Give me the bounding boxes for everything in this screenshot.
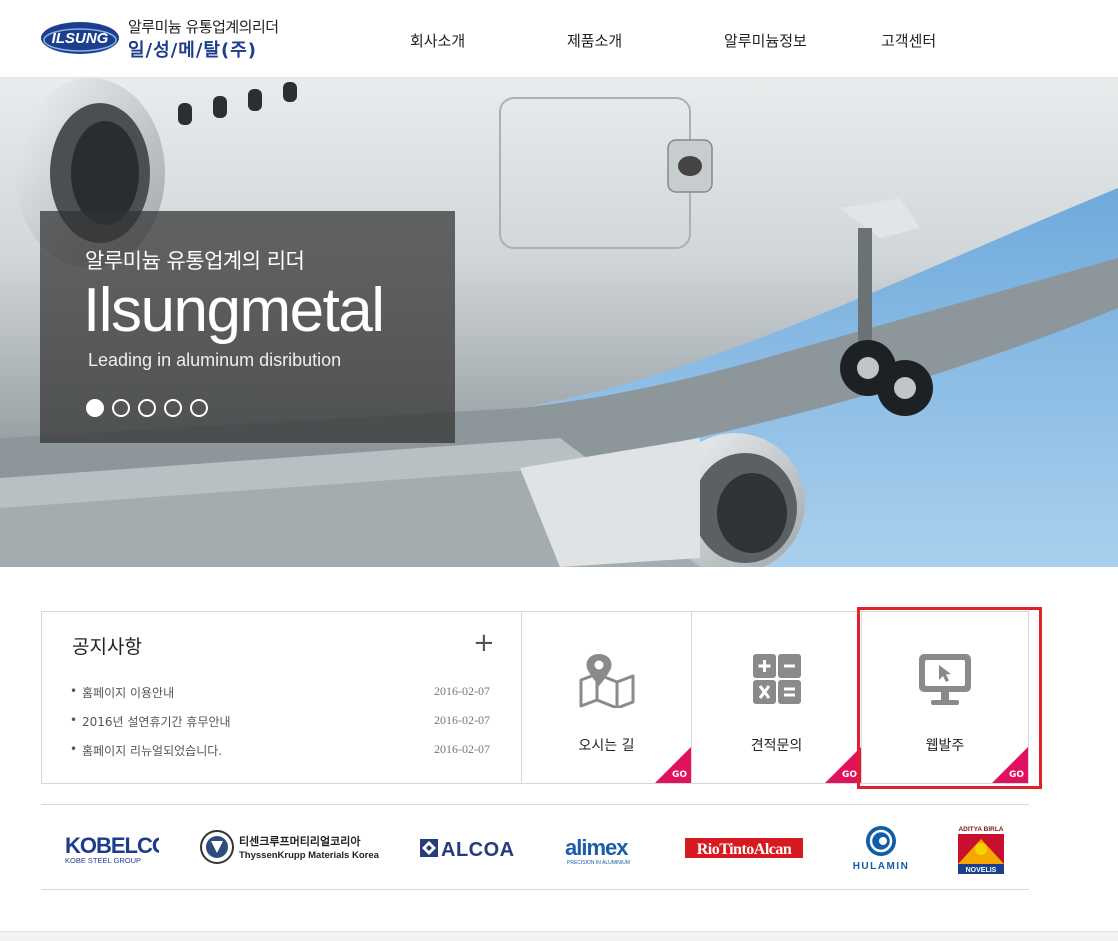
svg-text:ALCOA: ALCOA xyxy=(441,839,515,861)
hero-caption-box: 알루미늄 유통업계의 리더 Ilsungmetal Leading in alu… xyxy=(40,211,455,443)
directions-link[interactable]: 오시는 길 GO xyxy=(522,612,692,783)
notice-item-date: 2016-02-07 xyxy=(434,713,490,727)
go-badge-text: GO xyxy=(671,770,687,780)
svg-text:alimex: alimex xyxy=(565,835,629,860)
svg-text:NOVELIS: NOVELIS xyxy=(966,867,997,874)
slider-dots xyxy=(86,399,208,417)
main-nav: 회사소개 제품소개 알루미늄정보 고객센터 xyxy=(0,30,1118,52)
plus-icon[interactable]: + xyxy=(473,630,495,656)
hero-title: Ilsungmetal xyxy=(83,276,385,345)
svg-text:RioTintoAlcan: RioTintoAlcan xyxy=(697,841,792,858)
partner-alimex[interactable]: alimex PRECISION IN ALUMINIUM xyxy=(561,805,641,891)
partner-novelis[interactable]: ADITYA BIRLA NOVELIS xyxy=(951,805,1011,891)
slider-dot-5[interactable] xyxy=(190,399,208,417)
nav-item-company[interactable]: 회사소개 xyxy=(410,30,465,51)
nav-item-aluminum-info[interactable]: 알루미늄정보 xyxy=(724,30,807,51)
svg-text:ADITYA BIRLA: ADITYA BIRLA xyxy=(958,826,1003,833)
notice-board: 공지사항 + • 홈페이지 이용안내 2016-02-07 • 2016년 설연… xyxy=(42,612,522,783)
slider-dot-3[interactable] xyxy=(138,399,156,417)
partner-thyssenkrupp[interactable]: 티센크루프머티리얼코리아 ThyssenKrupp Materials Kore… xyxy=(199,805,379,891)
svg-text:ThyssenKrupp Materials Korea: ThyssenKrupp Materials Korea xyxy=(239,850,379,861)
web-order-link[interactable]: 웹발주 GO xyxy=(862,612,1028,783)
svg-text:KOBE STEEL GROUP: KOBE STEEL GROUP xyxy=(65,856,141,865)
partner-alcoa[interactable]: ALCOA xyxy=(417,805,521,891)
go-badge-text: GO xyxy=(841,770,857,780)
notice-item-title[interactable]: 2016년 설연휴기간 휴무안내 xyxy=(82,713,231,730)
svg-text:KOBELCO: KOBELCO xyxy=(65,833,159,858)
bullet: • xyxy=(70,713,78,727)
svg-text:HULAMIN: HULAMIN xyxy=(853,861,910,872)
notice-title: 공지사항 xyxy=(72,636,142,658)
svg-text:티센크루프머티리얼코리아: 티센크루프머티리얼코리아 xyxy=(239,834,361,848)
slider-dot-2[interactable] xyxy=(112,399,130,417)
hero-subtitle: 알루미늄 유통업계의 리더 xyxy=(85,249,305,273)
bullet: • xyxy=(70,684,78,698)
monitor-cursor-icon xyxy=(919,654,971,705)
notice-item-date: 2016-02-07 xyxy=(434,684,490,698)
partner-hulamin[interactable]: HULAMIN xyxy=(841,805,921,891)
notice-item-title[interactable]: 홈페이지 리뉴얼되었습니다. xyxy=(82,742,222,759)
footer-strip xyxy=(0,931,1118,941)
go-badge-text: GO xyxy=(1008,770,1024,780)
map-pin-icon xyxy=(579,654,634,708)
partner-kobelco[interactable]: KOBELCO KOBE STEEL GROUP xyxy=(59,805,159,891)
notice-item[interactable]: • 홈페이지 이용안내 2016-02-07 xyxy=(70,684,490,713)
hero-tagline: Leading in aluminum disribution xyxy=(88,350,342,370)
slider-dot-1[interactable] xyxy=(86,399,104,417)
notice-item[interactable]: • 2016년 설연휴기간 휴무안내 2016-02-07 xyxy=(70,713,490,742)
nav-item-products[interactable]: 제품소개 xyxy=(567,30,622,51)
calculator-icon xyxy=(752,654,801,704)
notice-item-title[interactable]: 홈페이지 이용안내 xyxy=(82,684,174,701)
info-panel: 공지사항 + • 홈페이지 이용안내 2016-02-07 • 2016년 설연… xyxy=(41,611,1029,784)
partner-logos: KOBELCO KOBE STEEL GROUP 티센크루프머티리얼코리아 Th… xyxy=(41,804,1029,890)
slider-dot-4[interactable] xyxy=(164,399,182,417)
svg-text:PRECISION IN ALUMINIUM: PRECISION IN ALUMINIUM xyxy=(567,860,630,866)
hero-banner: 알루미늄 유통업계의 리더 Ilsungmetal Leading in alu… xyxy=(0,78,1118,567)
estimate-inquiry-link[interactable]: 견적문의 GO xyxy=(692,612,862,783)
nav-item-customer-center[interactable]: 고객센터 xyxy=(881,30,936,51)
notice-item[interactable]: • 홈페이지 리뉴얼되었습니다. 2016-02-07 xyxy=(70,742,490,771)
notice-list: • 홈페이지 이용안내 2016-02-07 • 2016년 설연휴기간 휴무안… xyxy=(70,684,490,771)
partner-riotintoalcan[interactable]: RioTintoAlcan xyxy=(683,805,805,891)
bullet: • xyxy=(70,742,78,756)
site-header: ILSUNG 알루미늄 유통업계의리더 일/성/메/탈(주) 회사소개 제품소개… xyxy=(0,0,1118,78)
notice-item-date: 2016-02-07 xyxy=(434,742,490,756)
